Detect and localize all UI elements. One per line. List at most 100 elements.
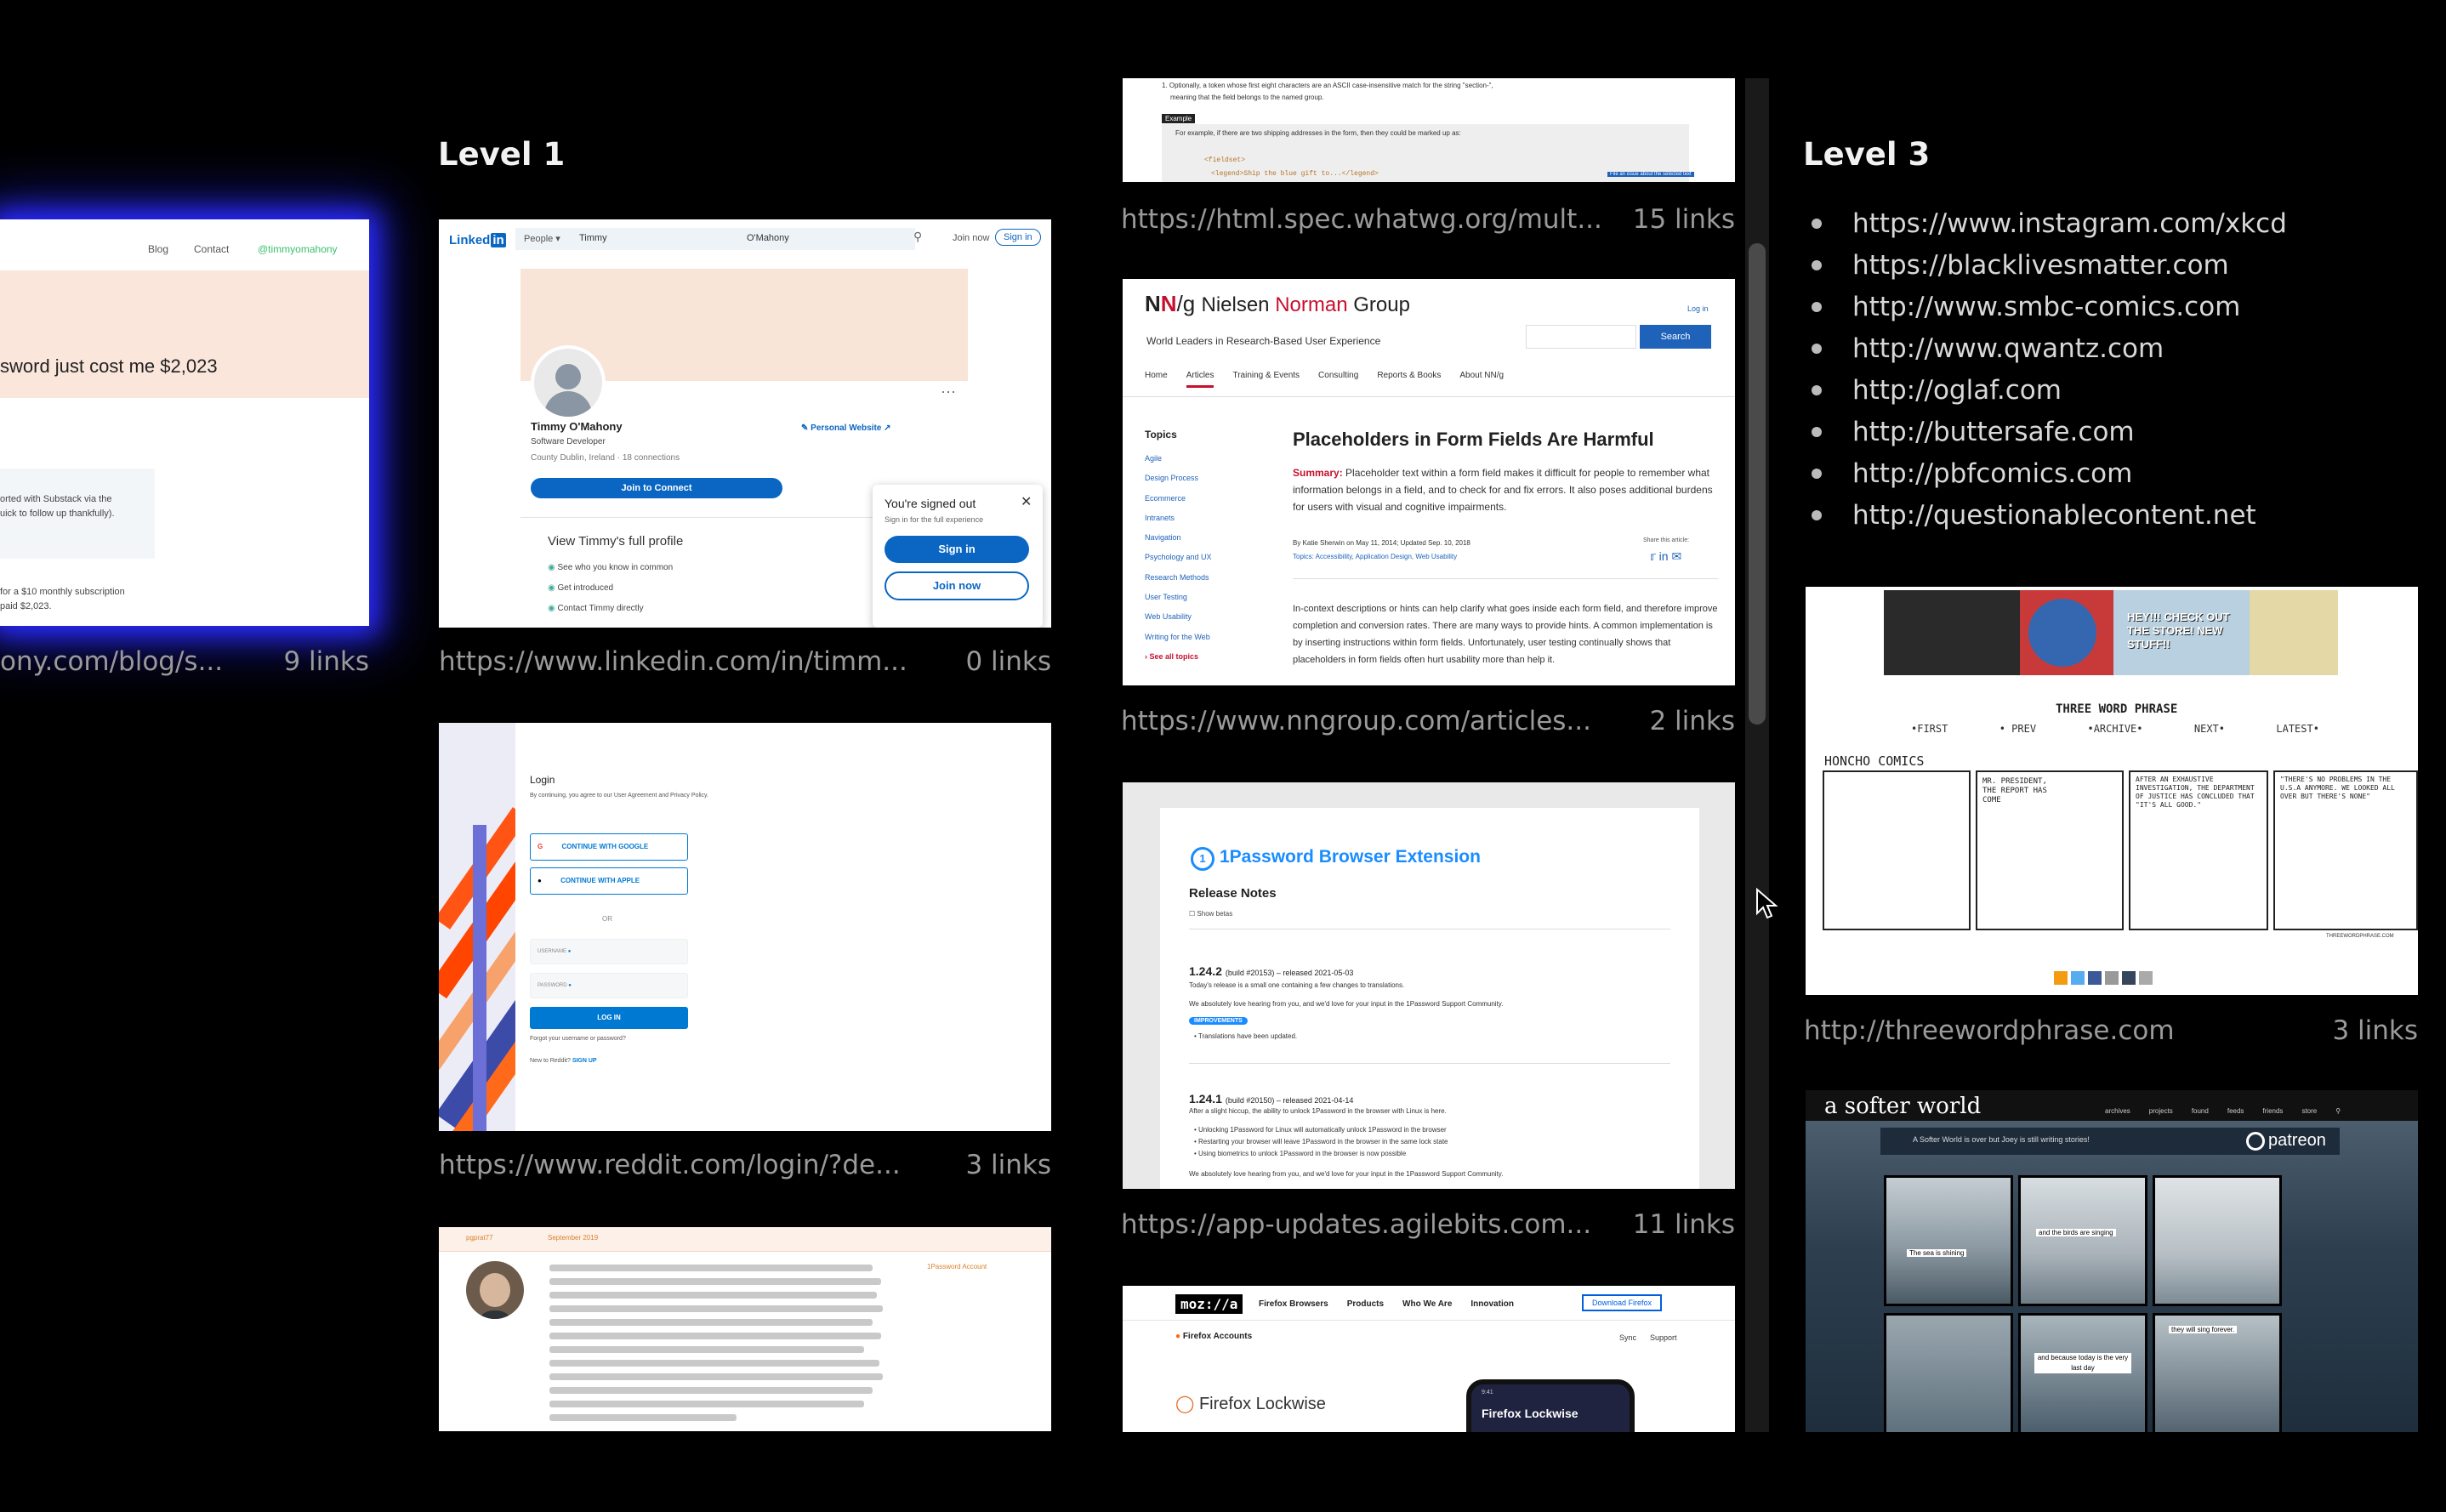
list-item[interactable]: https://blacklivesmatter.com [1803,244,2287,286]
topic-link[interactable]: Web Usability [1145,607,1212,627]
personal-website-link[interactable]: ✎ Personal Website ↗ [801,423,891,433]
nav-archives[interactable]: archives [2105,1107,2130,1115]
avatar[interactable] [466,1261,524,1319]
sign-up-link[interactable]: SIGN UP [572,1058,597,1064]
mozilla-page-card[interactable]: moz://a Firefox Browsers Products Who We… [1123,1286,1735,1432]
sync-link[interactable]: Sync [1619,1333,1636,1342]
nng-login-link[interactable]: Log in [1687,304,1709,313]
list-item[interactable]: http://www.qwantz.com [1803,327,2287,369]
username-field[interactable]: USERNAME ● [530,939,688,964]
see-all-topics-link[interactable]: › See all topics [1145,647,1212,667]
nav-reports[interactable]: Reports & Books [1377,371,1441,388]
twp-title[interactable]: THREE WORD PHRASE [2056,702,2177,716]
support-link[interactable]: Support [1650,1333,1677,1342]
topic-link[interactable]: Agile [1145,449,1212,469]
list-item[interactable]: http://www.smbc-comics.com [1803,286,2287,327]
nav-projects[interactable]: projects [2149,1107,2173,1115]
topic-link[interactable]: Research Methods [1145,568,1212,588]
nav-articles[interactable]: Articles [1186,371,1214,388]
show-betas-checkbox[interactable]: ☐ Show betas [1189,910,1232,918]
nav-latest[interactable]: LATEST• [2276,723,2319,735]
linkedin-caption-url[interactable]: https://www.linkedin.com/in/timm... [439,646,907,677]
password-field[interactable]: PASSWORD ● [530,973,688,998]
share-icons[interactable]: 𝕣 in ✉ [1650,549,1681,564]
view-full-profile[interactable]: View Timmy's full profile [548,534,683,549]
softerworld-logo[interactable]: a softer world [1824,1094,1981,1119]
popup-sign-in-button[interactable]: Sign in [885,536,1029,563]
nav-friends[interactable]: friends [2262,1107,2283,1115]
list-item[interactable]: http://oglaf.com [1803,369,2287,411]
nav-next[interactable]: NEXT• [2194,723,2225,735]
onepassword-caption[interactable]: https://app-updates.agilebits.com... 11 … [1121,1209,1735,1240]
linkedin-caption[interactable]: https://www.linkedin.com/in/timm... 0 li… [439,646,1051,677]
list-item[interactable]: http://questionablecontent.net [1803,494,2287,536]
blog-caption-url[interactable]: ony.com/blog/s... [0,646,223,677]
whatwg-spec-card[interactable]: 1. Optionally, a token whose first eight… [1123,78,1735,182]
store-banner[interactable]: HEY!!! CHECK OUT THE STORE! NEW STUFF!! [1884,590,2338,675]
blog-nav-blog[interactable]: Blog [148,243,168,255]
whatwg-caption[interactable]: https://html.spec.whatwg.org/mult... 15 … [1121,204,1735,235]
list-item[interactable]: https://www.instagram.com/xkcd [1803,202,2287,244]
linkedin-last-name-input[interactable]: O'Mahony [747,233,789,243]
continue-with-google-button[interactable]: G CONTINUE WITH GOOGLE [530,833,688,861]
onepassword-caption-url[interactable]: https://app-updates.agilebits.com... [1121,1209,1591,1240]
more-icon[interactable]: ··· [941,383,956,401]
topic-link[interactable]: Design Process [1145,469,1212,488]
reddit-agreement[interactable]: By continuing, you agree to our User Agr… [530,793,708,799]
patreon-banner[interactable]: A Softer World is over but Joey is still… [1880,1128,2340,1155]
onepassword-page-card[interactable]: 1 1Password Browser Extension Release No… [1123,782,1735,1189]
reddit-login-button[interactable]: LOG IN [530,1007,688,1029]
nng-search-button[interactable]: Search [1640,325,1711,349]
nav-found[interactable]: found [2192,1107,2209,1115]
nav-firefox-browsers[interactable]: Firefox Browsers [1259,1299,1328,1309]
nav-training[interactable]: Training & Events [1232,371,1300,388]
linkedin-page-card[interactable]: Linked in People ▾ Timmy O'Mahony ⚲ Join … [439,219,1051,628]
file-issue-link[interactable]: File an issue about the selected text [1607,172,1694,177]
nav-who-we-are[interactable]: Who We Are [1402,1299,1452,1309]
nav-consulting[interactable]: Consulting [1318,371,1358,388]
forgot-link[interactable]: Forgot your username or password? [530,1036,626,1042]
topic-link[interactable]: Intranets [1145,509,1212,528]
nav-feeds[interactable]: feeds [2227,1107,2244,1115]
list-item[interactable]: http://pbfcomics.com [1803,452,2287,494]
softerworld-page-card[interactable]: a softer world archives projects found f… [1806,1090,2418,1432]
topic-link[interactable]: Writing for the Web [1145,628,1212,647]
nav-prev[interactable]: • PREV [1999,723,2036,735]
linkedin-logo[interactable]: Linked in [449,233,506,247]
topic-link[interactable]: Ecommerce [1145,489,1212,509]
reddit-page-card[interactable]: Login By continuing, you agree to our Us… [439,723,1051,1131]
social-icons[interactable] [2054,971,2173,986]
mozilla-logo[interactable]: moz://a [1175,1294,1243,1314]
nav-about[interactable]: About NN/g [1459,371,1504,388]
topic-link[interactable]: Psychology and UX [1145,548,1212,567]
avatar[interactable] [531,345,606,420]
blog-nav-handle[interactable]: @timmyomahony [258,243,338,255]
close-icon[interactable]: ✕ [1021,493,1032,510]
scrollbar-thumb[interactable] [1749,243,1766,725]
issue-comment-card[interactable]: pgprat77 September 2019 1Password Accoun… [439,1227,1051,1431]
linkedin-first-name-input[interactable]: Timmy [579,233,607,243]
nav-archive[interactable]: •ARCHIVE• [2087,723,2142,735]
nav-store[interactable]: store [2301,1107,2317,1115]
nav-innovation[interactable]: Innovation [1470,1299,1514,1309]
firefox-accounts-label[interactable]: ● Firefox Accounts [1175,1332,1252,1341]
search-icon[interactable]: ⚲ [913,230,922,244]
threewordphrase-caption-url[interactable]: http://threewordphrase.com [1804,1015,2175,1046]
linkedin-people-dropdown[interactable]: People ▾ [524,233,560,244]
reddit-caption[interactable]: https://www.reddit.com/login/?de... 3 li… [439,1150,1051,1180]
nngroup-page-card[interactable]: NN/g Nielsen Norman Group World Leaders … [1123,279,1735,685]
topic-link[interactable]: User Testing [1145,588,1212,607]
reddit-caption-url[interactable]: https://www.reddit.com/login/?de... [439,1150,901,1180]
list-item[interactable]: http://buttersafe.com [1803,411,2287,452]
blog-page-card[interactable]: Blog Contact @timmyomahony sword just co… [0,219,369,626]
nng-logo[interactable]: NN/g Nielsen Norman Group [1145,291,1410,317]
nav-products[interactable]: Products [1347,1299,1384,1309]
whatwg-caption-url[interactable]: https://html.spec.whatwg.org/mult... [1121,204,1602,235]
topic-link[interactable]: Navigation [1145,528,1212,548]
threewordphrase-caption[interactable]: http://threewordphrase.com 3 links [1804,1015,2418,1046]
nav-home[interactable]: Home [1145,371,1168,388]
linkedin-sign-in-button[interactable]: Sign in [995,229,1041,246]
popup-join-now-button[interactable]: Join now [885,571,1029,600]
continue-with-apple-button[interactable]: ● CONTINUE WITH APPLE [530,867,688,895]
blog-caption[interactable]: ony.com/blog/s... 9 links [0,646,369,677]
